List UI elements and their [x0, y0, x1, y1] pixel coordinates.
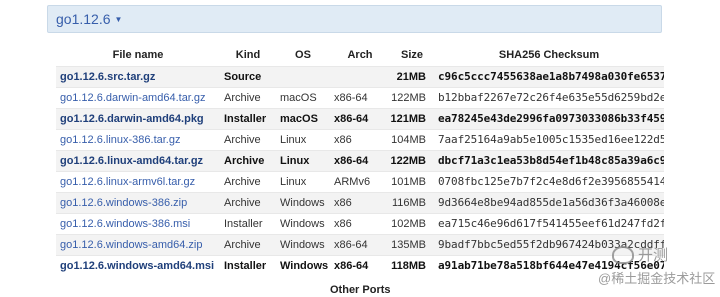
kind-cell: Installer: [224, 259, 267, 272]
kind-cell: Archive: [224, 133, 261, 146]
watermark-logo-icon: [612, 246, 634, 264]
sha256-cell: ea715c46e96d617f541455eef61d247fd2f06a1e…: [438, 217, 664, 230]
table-row: go1.12.6.darwin-amd64.pkg Installer macOS x…: [56, 108, 664, 129]
version-label[interactable]: go1.12.6: [56, 11, 111, 27]
file-name-cell: go1.12.6.windows-amd64.zip: [56, 234, 220, 255]
kind-cell: Installer: [220, 108, 276, 129]
file-name-link[interactable]: go1.12.6.windows-amd64.zip: [60, 239, 202, 251]
size-cell: 135MB: [390, 234, 434, 255]
kind-cell: Source: [220, 66, 276, 87]
file-name-cell: go1.12.6.linux-386.tar.gz: [56, 129, 220, 150]
size-cell: 104MB: [391, 133, 426, 146]
watermark-subtitle: @稀土掘金技术社区: [598, 271, 716, 286]
file-name-cell: go1.12.6.src.tar.gz: [56, 66, 220, 87]
sha256-cell: c96c5ccc7455638ae1a8b7498a030fe653731c83…: [434, 66, 664, 87]
file-name-cell: go1.12.6.darwin-amd64.pkg: [56, 108, 220, 129]
os-cell: Windows: [280, 259, 329, 272]
col-header-os: OS: [295, 48, 311, 61]
file-name-link[interactable]: go1.12.6.windows-386.msi: [60, 218, 190, 230]
os-cell: Windows: [276, 192, 330, 213]
kind-cell: Installer: [224, 217, 263, 230]
size-cell: 122MB: [390, 150, 434, 171]
size-cell: 102MB: [391, 217, 426, 230]
arch-cell: x86: [330, 192, 390, 213]
size-cell: 118MB: [391, 259, 426, 272]
sha256-cell: dbcf71a3c1ea53b8d54ef1b48c85a39a6c9a935d…: [434, 150, 664, 171]
size-cell: 122MB: [391, 91, 426, 104]
kind-cell: Archive: [224, 175, 261, 188]
arch-cell: [330, 66, 390, 87]
arch-cell: ARMv6: [334, 175, 371, 188]
size-cell: 116MB: [390, 192, 434, 213]
size-cell: 101MB: [391, 175, 426, 188]
file-name-cell: go1.12.6.windows-386.msi: [56, 213, 220, 234]
col-header-file: File name: [112, 48, 164, 61]
table-row: go1.12.6.linux-386.tar.gz Archive Linux x86…: [56, 129, 664, 150]
kind-cell: Archive: [224, 91, 261, 104]
size-cell: 21MB: [390, 66, 434, 87]
watermark: 开测 @稀土掘金技术社区: [586, 240, 718, 290]
os-cell: macOS: [280, 91, 317, 104]
arch-cell: x86-64: [330, 150, 390, 171]
file-name-link[interactable]: go1.12.6.src.tar.gz: [60, 71, 155, 83]
os-cell: Linux: [280, 133, 307, 146]
table-row: go1.12.6.src.tar.gz Source 21MB c96c5ccc745…: [56, 66, 664, 87]
table-row: go1.12.6.windows-amd64.zip Archive Windows…: [56, 234, 664, 255]
sha256-cell: 7aaf25164a9ab5e1005c1535ed16ee122d5d5ac1…: [438, 133, 664, 146]
watermark-title: 开测: [638, 247, 669, 264]
arch-cell: x86-64: [330, 234, 390, 255]
downloads-table: File name Kind OS Arch Size SHA256 Check…: [56, 44, 664, 276]
sha256-cell: 0708fbc125e7b7f2c4e8d6f2e3956855414bb289…: [438, 175, 664, 188]
col-header-sha: SHA256 Checksum: [498, 48, 600, 61]
arch-cell: x86-64: [330, 108, 390, 129]
file-name-link[interactable]: go1.12.6.linux-amd64.tar.gz: [60, 155, 203, 167]
table-row: go1.12.6.windows-386.msi Installer Windows…: [56, 213, 664, 234]
table-row: go1.12.6.darwin-amd64.tar.gz Archive macOS…: [56, 87, 664, 108]
os-cell: Linux: [276, 150, 330, 171]
file-name-link[interactable]: go1.12.6.windows-amd64.msi: [60, 260, 214, 272]
col-header-kind: Kind: [235, 48, 261, 61]
col-header-arch: Arch: [347, 48, 373, 61]
sha256-cell: 9d3664e8be94ad855de1a56d36f3a46008e5b2ce…: [434, 192, 664, 213]
kind-cell: Archive: [220, 234, 276, 255]
file-name-link[interactable]: go1.12.6.linux-386.tar.gz: [60, 134, 180, 146]
file-name-link[interactable]: go1.12.6.windows-386.zip: [60, 197, 187, 209]
os-cell: [276, 66, 330, 87]
os-cell: Windows: [280, 217, 325, 230]
table-row: go1.12.6.linux-armv6l.tar.gz Archive Linux…: [56, 171, 664, 192]
table-row: go1.12.6.windows-amd64.msi Installer Windo…: [56, 255, 664, 276]
file-name-cell: go1.12.6.linux-amd64.tar.gz: [56, 150, 220, 171]
version-toggle[interactable]: go1.12.6 ▼: [47, 5, 662, 33]
file-name-cell: go1.12.6.windows-amd64.msi: [56, 255, 220, 276]
file-name-cell: go1.12.6.darwin-amd64.tar.gz: [56, 87, 220, 108]
table-header-row: File name Kind OS Arch Size SHA256 Check…: [56, 44, 664, 66]
file-name-link[interactable]: go1.12.6.darwin-amd64.pkg: [60, 113, 204, 125]
col-header-size: Size: [400, 48, 423, 61]
os-cell: Windows: [276, 234, 330, 255]
file-name-link[interactable]: go1.12.6.darwin-amd64.tar.gz: [60, 92, 206, 104]
arch-cell: x86-64: [334, 259, 369, 272]
sha256-cell: ea78245e43de2996fa0973033086b33f4592c6e0…: [434, 108, 664, 129]
file-name-cell: go1.12.6.linux-armv6l.tar.gz: [56, 171, 220, 192]
arch-cell: x86-64: [334, 91, 368, 104]
chevron-down-icon[interactable]: ▼: [115, 15, 123, 24]
arch-cell: x86: [334, 217, 352, 230]
file-name-cell: go1.12.6.windows-386.zip: [56, 192, 220, 213]
kind-cell: Archive: [220, 192, 276, 213]
os-cell: macOS: [276, 108, 330, 129]
other-ports-heading: Other Ports: [330, 284, 391, 296]
table-row: go1.12.6.windows-386.zip Archive Windows x8…: [56, 192, 664, 213]
os-cell: Linux: [280, 175, 307, 188]
size-cell: 121MB: [390, 108, 434, 129]
file-name-link[interactable]: go1.12.6.linux-armv6l.tar.gz: [60, 176, 195, 188]
table-row: go1.12.6.linux-amd64.tar.gz Archive Linux x…: [56, 150, 664, 171]
kind-cell: Archive: [220, 150, 276, 171]
arch-cell: x86: [334, 133, 352, 146]
sha256-cell: b12bbaf2267e72c26f4e635e55d6259bd2e03e17…: [438, 91, 664, 104]
